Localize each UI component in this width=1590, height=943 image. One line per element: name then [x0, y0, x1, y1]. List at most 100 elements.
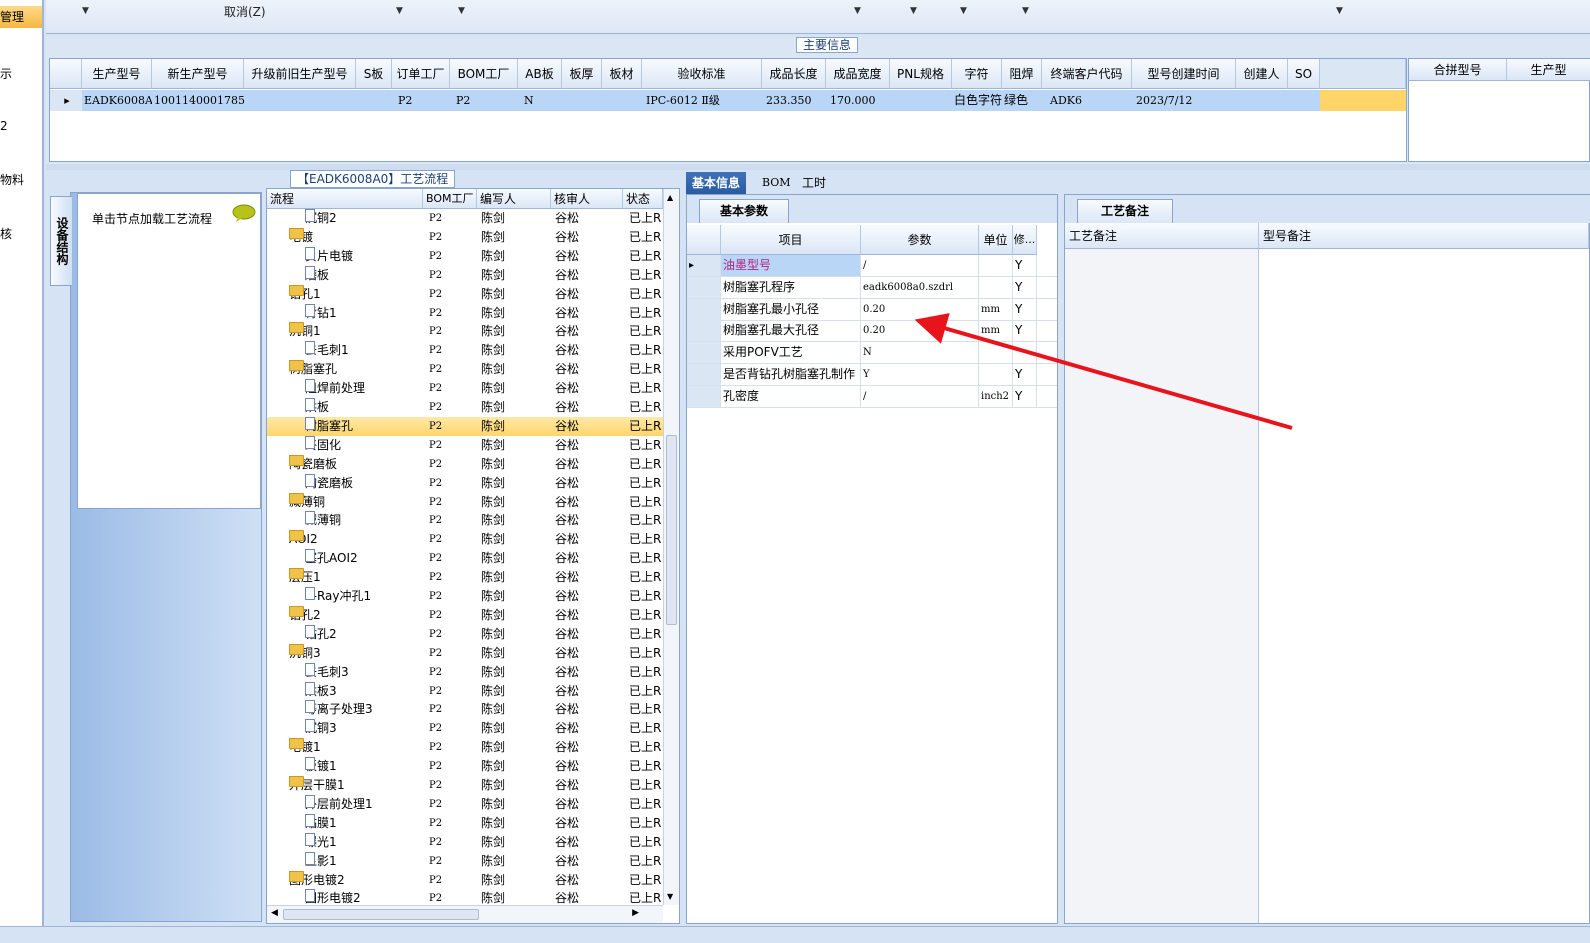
flow-row[interactable]: 背钻1 P2 陈剑 谷松 已上R — [267, 303, 663, 323]
scroll-left-icon[interactable]: ◀ — [271, 908, 278, 918]
flow-row[interactable]: 外层前处理1 P2 陈剑 谷松 已上R — [267, 794, 663, 814]
flow-node[interactable]: −沉铜3 — [289, 643, 321, 663]
flow-row[interactable]: 陶瓷磨板 P2 陈剑 谷松 已上R — [267, 473, 663, 493]
tab-basic-params[interactable]: 基本参数 — [699, 199, 789, 223]
tab-bom[interactable]: BOM — [756, 172, 797, 194]
param-unit-cell[interactable] — [979, 364, 1013, 385]
param-value-cell[interactable]: / — [861, 255, 979, 276]
flow-row[interactable]: 烘板 P2 陈剑 谷松 已上R — [267, 398, 663, 417]
flow-row[interactable]: 钻孔2 P2 陈剑 谷松 已上R — [267, 624, 663, 644]
column-header[interactable]: 成品长度 — [762, 59, 826, 89]
scroll-down-icon[interactable]: ▼ — [667, 892, 673, 901]
param-unit-cell[interactable]: inch2 — [979, 385, 1013, 407]
flow-row[interactable]: −电镀 P2 陈剑 谷松 已上R — [267, 227, 663, 247]
table-cell[interactable] — [890, 90, 952, 111]
param-row[interactable]: 孔密度 / inch2 Y — [687, 385, 1057, 408]
flow-row[interactable]: −图形电镀2 P2 陈剑 谷松 已上R — [267, 870, 663, 890]
main-info-grid[interactable]: 生产型号 新生产型号 升级前旧生产型号 S板 订单工厂 BOM工厂 AB板 板厚… — [49, 58, 1407, 162]
column-header[interactable]: 升级前旧生产型号 — [244, 59, 356, 89]
column-header[interactable]: 工艺备注 — [1065, 223, 1259, 249]
param-row[interactable]: 树脂塞孔程序 eadk6008a0.szdrl Y — [687, 276, 1057, 299]
param-value-cell[interactable]: eadk6008a0.szdrl — [861, 276, 979, 298]
param-mod-cell[interactable]: Y — [1013, 276, 1037, 298]
left-nav-item[interactable]: 核 — [0, 226, 42, 242]
flow-row[interactable]: 树脂塞孔 P2 陈剑 谷松 已上R — [267, 416, 663, 436]
column-header[interactable]: 合拼型号 — [1409, 59, 1507, 81]
column-header[interactable]: 板厚 — [562, 59, 602, 89]
param-item-cell[interactable]: 树脂塞孔最大孔径 — [721, 320, 861, 342]
flow-row[interactable]: 减薄铜 P2 陈剑 谷松 已上R — [267, 511, 663, 530]
param-mod-cell[interactable]: Y — [1013, 364, 1037, 385]
process-flow-tree[interactable]: 流程 BOM工厂 编写人 核审人 状态 沉铜2P2陈剑谷松已上R−电镀P2陈剑谷… — [266, 188, 680, 924]
column-header[interactable]: 验收标准 — [642, 59, 762, 89]
flow-row[interactable]: 塞孔AOI2 P2 陈剑 谷松 已上R — [267, 549, 663, 568]
table-cell[interactable]: P2 — [450, 90, 518, 111]
param-value-cell[interactable]: N — [861, 342, 979, 364]
flow-row[interactable]: 烘板3 P2 陈剑 谷松 已上R — [267, 681, 663, 701]
flow-node[interactable]: 烘板3 — [305, 681, 337, 701]
flow-node[interactable]: −外层干膜1 — [289, 776, 345, 795]
param-item-cell[interactable]: 采用POFV工艺 — [721, 342, 861, 364]
flow-node[interactable]: 贴膜1 — [305, 813, 337, 833]
column-header[interactable]: 参数 — [861, 225, 979, 255]
column-header[interactable]: 状态 — [623, 189, 663, 209]
flow-row[interactable]: 终固化 P2 陈剑 谷松 已上R — [267, 435, 663, 455]
flow-node[interactable]: −图形电镀2 — [289, 870, 345, 890]
table-cell[interactable]: 绿色 — [1002, 90, 1042, 111]
column-header[interactable]: 字符 — [952, 59, 1002, 89]
dropdown-arrow-icon[interactable]: ▼ — [854, 6, 861, 16]
flow-node[interactable]: −电镀1 — [289, 738, 321, 757]
flow-node[interactable]: −沉铜1 — [289, 322, 321, 341]
flow-node[interactable]: 塞孔AOI2 — [305, 549, 358, 568]
flow-node[interactable]: 终固化 — [305, 435, 341, 455]
column-header[interactable]: BOM工厂 — [450, 59, 518, 89]
process-notes-area[interactable] — [1065, 249, 1259, 923]
flow-node[interactable]: 显影1 — [305, 851, 337, 871]
column-header[interactable]: PNL规格 — [890, 59, 952, 89]
table-cell[interactable]: IPC-6012 Ⅱ级 — [642, 90, 762, 111]
flow-node[interactable]: 沉铜2 — [305, 209, 337, 228]
param-unit-cell[interactable]: mm — [979, 320, 1013, 342]
param-unit-cell[interactable] — [979, 255, 1013, 276]
flow-node[interactable]: −AOI2 — [289, 530, 318, 549]
flow-node[interactable]: 去毛刺1 — [305, 341, 349, 360]
param-row[interactable]: ▸ 油墨型号 / Y — [687, 255, 1057, 277]
table-cell[interactable] — [602, 90, 642, 111]
column-header[interactable]: S板 — [356, 59, 392, 89]
param-mod-cell[interactable]: Y — [1013, 298, 1037, 320]
flow-row[interactable]: 去毛刺1 P2 陈剑 谷松 已上R — [267, 341, 663, 360]
column-header[interactable]: 编写人 — [477, 189, 551, 209]
dropdown-arrow-icon[interactable]: ▼ — [458, 6, 465, 16]
flow-node[interactable]: −钻孔1 — [289, 284, 321, 304]
flow-node[interactable]: 阻焊前处理 — [305, 379, 365, 398]
table-cell[interactable]: N — [518, 90, 562, 111]
flow-node[interactable]: 钻孔2 — [305, 624, 337, 644]
flow-row[interactable]: 沉铜2 P2 陈剑 谷松 已上R — [267, 209, 663, 228]
cancel-button[interactable]: 取消(Z) — [224, 3, 266, 20]
column-header[interactable]: SO — [1288, 59, 1320, 89]
param-unit-cell[interactable]: mm — [979, 298, 1013, 320]
flow-row[interactable]: −AOI2 P2 陈剑 谷松 已上R — [267, 530, 663, 549]
scroll-thumb[interactable] — [283, 909, 479, 920]
param-item-cell[interactable]: 是否背钻孔树脂塞孔制作 — [721, 364, 861, 385]
scroll-up-icon[interactable]: ▲ — [667, 193, 673, 202]
tab-work-hours[interactable]: 工时 — [796, 172, 832, 194]
column-header[interactable]: BOM工厂 — [423, 189, 477, 209]
flow-row[interactable]: 磨板 P2 陈剑 谷松 已上R — [267, 265, 663, 285]
comment-icon[interactable] — [232, 204, 256, 222]
param-value-cell[interactable]: / — [861, 385, 979, 407]
flow-node[interactable]: 图形电镀2 — [305, 889, 361, 905]
flow-node[interactable]: 烘板 — [305, 398, 329, 417]
flow-node[interactable]: −钻孔2 — [289, 605, 321, 625]
column-header[interactable]: 生产型号 — [82, 59, 152, 89]
table-cell[interactable]: 233.350 — [762, 90, 826, 111]
column-header[interactable]: 订单工厂 — [392, 59, 450, 89]
flow-row[interactable]: 阻焊前处理 P2 陈剑 谷松 已上R — [267, 379, 663, 398]
param-row[interactable]: 是否背钻孔树脂塞孔制作 Y Y — [687, 364, 1057, 386]
flow-row[interactable]: 负片电镀 P2 陈剑 谷松 已上R — [267, 246, 663, 266]
flow-node[interactable]: 板镀1 — [305, 757, 337, 776]
flow-node[interactable]: 沉铜3 — [305, 719, 337, 738]
column-header[interactable]: 阻焊 — [1002, 59, 1042, 89]
equipment-tab[interactable]: 设备结构 — [50, 196, 72, 286]
left-nav-item[interactable]: 2 — [0, 118, 42, 134]
